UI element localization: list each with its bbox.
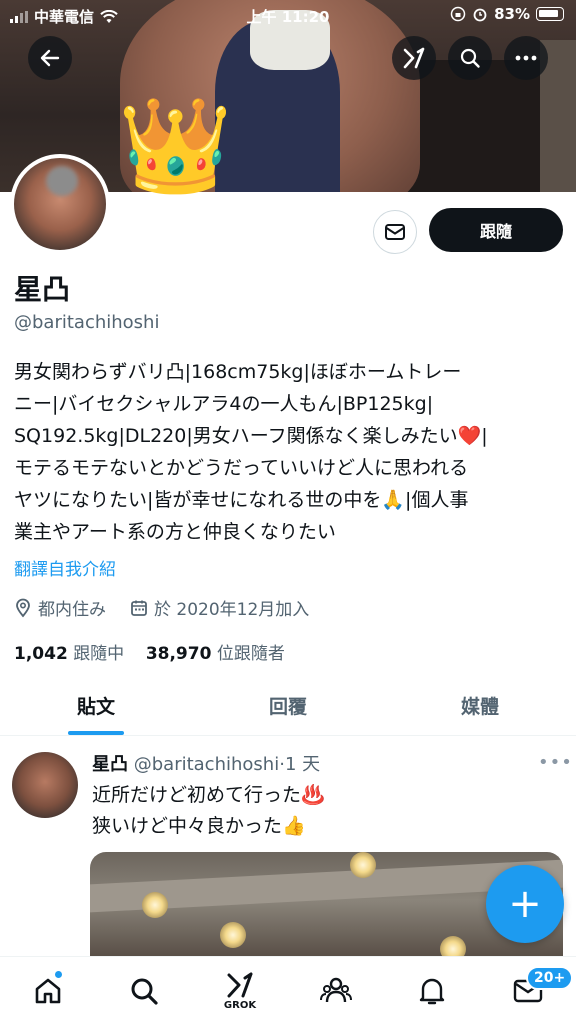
post-author-handle[interactable]: @baritachihoshi bbox=[134, 754, 279, 775]
home-icon bbox=[35, 978, 61, 1004]
follow-counts: 1,042 跟隨中 38,970 位跟隨者 bbox=[14, 639, 285, 664]
people-icon bbox=[320, 977, 352, 1003]
status-bar: 中華電信 上午 11:20 83% bbox=[0, 0, 576, 30]
grok-icon bbox=[227, 972, 253, 997]
back-button[interactable] bbox=[28, 36, 72, 80]
following-count: 1,042 bbox=[14, 644, 68, 664]
followers-label: 位跟隨者 bbox=[216, 644, 285, 664]
mail-icon bbox=[385, 224, 405, 240]
following-label: 跟隨中 bbox=[73, 644, 125, 664]
bell-icon bbox=[419, 978, 445, 1005]
more-options-button[interactable] bbox=[504, 36, 548, 80]
profile-meta: 都内住み 於 2020年12月加入 bbox=[14, 595, 309, 620]
post-avatar[interactable] bbox=[12, 752, 78, 818]
profile-bio: 男女関わらずバリ凸|168cm75kg|ほぼホームトレー ニー|バイセクシャルア… bbox=[14, 356, 562, 548]
followers-count: 38,970 bbox=[145, 644, 212, 664]
alarm-icon bbox=[473, 8, 487, 22]
grok-label: GROK bbox=[223, 999, 257, 1011]
home-unread-dot bbox=[54, 970, 63, 979]
grok-button[interactable] bbox=[392, 36, 436, 80]
more-horizontal-icon bbox=[515, 55, 537, 61]
post-line: 狭いけど中々良かった👍 bbox=[92, 815, 306, 837]
calendar-icon bbox=[131, 600, 147, 616]
follow-button[interactable]: 跟隨 bbox=[429, 208, 563, 252]
location-text: 都内住み bbox=[38, 600, 106, 620]
translate-bio-link[interactable]: 翻譯自我介紹 bbox=[14, 555, 116, 580]
messages-badge: 20+ bbox=[526, 966, 574, 990]
post-author-name[interactable]: 星凸 bbox=[92, 754, 128, 775]
bio-line: ニー|バイセクシャルアラ4の一人もん|BP125kg| bbox=[14, 393, 434, 415]
arrow-left-icon bbox=[40, 49, 60, 67]
nav-notifications[interactable] bbox=[408, 967, 456, 1015]
post-text[interactable]: 近所だけど初めて行った♨️ 狭いけど中々良かった👍 bbox=[92, 780, 325, 842]
avatar-blurred-face bbox=[46, 166, 78, 196]
bio-line: SQ192.5kg|DL220|男女ハーフ関係なく楽しみたい❤️| bbox=[14, 425, 488, 447]
following-link[interactable]: 1,042 跟隨中 bbox=[14, 644, 124, 664]
profile-avatar[interactable] bbox=[10, 154, 110, 254]
battery-percent: 83% bbox=[494, 5, 530, 23]
tab-replies[interactable]: 回覆 bbox=[192, 680, 384, 735]
grok-icon bbox=[403, 47, 425, 69]
tab-media[interactable]: 媒體 bbox=[384, 680, 576, 735]
post-header: 星凸 @baritachihoshi·1 天 bbox=[92, 750, 320, 776]
bio-line: 男女関わらずバリ凸|168cm75kg|ほぼホームトレー bbox=[14, 361, 462, 383]
crown-emoji: 👑 bbox=[118, 92, 233, 199]
bottom-navigation: GROK bbox=[0, 956, 576, 1024]
profile-name: 星凸 bbox=[14, 273, 71, 306]
battery-icon bbox=[536, 7, 564, 21]
post-time[interactable]: 1 天 bbox=[285, 754, 320, 775]
bio-line: 業主やアート系の方と仲良くなりたい bbox=[14, 521, 336, 543]
message-button[interactable] bbox=[373, 210, 417, 254]
compose-button[interactable]: + bbox=[486, 865, 564, 943]
bio-line: モテるモテないとかどうだっていいけど人に思われる bbox=[14, 457, 469, 479]
followers-link[interactable]: 38,970 位跟隨者 bbox=[146, 644, 285, 664]
nav-explore[interactable] bbox=[120, 967, 168, 1015]
profile-handle: @baritachihoshi bbox=[14, 312, 160, 333]
orientation-lock-icon bbox=[450, 6, 466, 22]
search-icon bbox=[460, 48, 480, 68]
image-lamp bbox=[350, 852, 376, 878]
post-line: 近所だけど初めて行った♨️ bbox=[92, 784, 325, 806]
search-button[interactable] bbox=[448, 36, 492, 80]
tab-posts[interactable]: 貼文 bbox=[0, 680, 192, 735]
image-lamp bbox=[220, 922, 246, 948]
joined-date: 於 2020年12月加入 bbox=[154, 600, 310, 620]
profile-tabs: 貼文 回覆 媒體 bbox=[0, 680, 576, 736]
post-more-button[interactable]: ••• bbox=[538, 752, 573, 773]
nav-communities[interactable] bbox=[312, 967, 360, 1015]
location-pin-icon bbox=[16, 598, 30, 617]
nav-grok[interactable]: GROK bbox=[216, 967, 264, 1015]
search-icon bbox=[131, 978, 158, 1005]
nav-home[interactable] bbox=[24, 967, 72, 1015]
image-lamp bbox=[142, 892, 168, 918]
bio-line: ヤツになりたい|皆が幸せになれる世の中を🙏|個人事 bbox=[14, 489, 469, 511]
